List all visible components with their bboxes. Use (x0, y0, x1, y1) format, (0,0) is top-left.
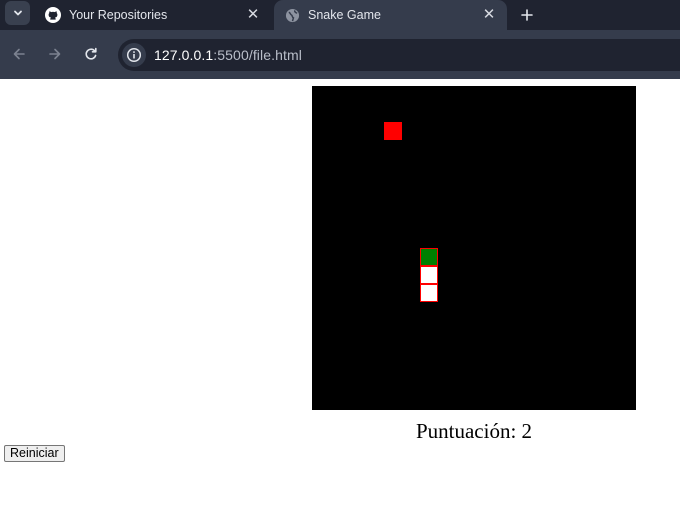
arrow-left-icon (13, 48, 25, 60)
snake-segment (420, 266, 438, 284)
plus-icon (521, 9, 533, 21)
food-cell (384, 122, 402, 140)
restart-button[interactable]: Reiniciar (4, 445, 65, 462)
tab-title: Snake Game (308, 8, 381, 22)
browser-tab-strip: Your Repositories ✕ Snake Game ✕ (0, 0, 680, 30)
arrow-right-icon (49, 48, 61, 60)
chevron-down-icon (13, 10, 22, 16)
tab-search-button[interactable] (5, 1, 30, 25)
close-tab-icon[interactable]: ✕ (481, 6, 497, 22)
site-info-button[interactable] (122, 43, 146, 67)
info-icon (126, 47, 142, 63)
new-tab-button[interactable] (516, 4, 538, 26)
snake-head (420, 248, 438, 266)
page-content: Puntuación: 2 Reiniciar (0, 79, 680, 506)
close-tab-icon[interactable]: ✕ (245, 6, 261, 22)
reload-button[interactable] (80, 43, 102, 65)
url-path: :5500/file.html (213, 47, 302, 63)
snake-segment (420, 284, 438, 302)
github-icon (45, 7, 61, 23)
tab-title: Your Repositories (69, 8, 168, 22)
back-button[interactable] (8, 43, 30, 65)
tab-snake-game[interactable]: Snake Game ✕ (274, 0, 507, 30)
address-bar[interactable]: 127.0.0.1:5500/file.html (118, 39, 680, 71)
forward-button[interactable] (44, 43, 66, 65)
reload-icon (85, 47, 97, 60)
tab-your-repositories[interactable]: Your Repositories ✕ (36, 0, 272, 30)
browser-toolbar: 127.0.0.1:5500/file.html (0, 30, 680, 79)
game-board (312, 86, 636, 410)
url-host: 127.0.0.1 (154, 47, 214, 63)
score-label: Puntuación: 2 (415, 419, 533, 443)
url-text[interactable]: 127.0.0.1:5500/file.html (154, 47, 302, 63)
globe-icon (284, 7, 300, 23)
